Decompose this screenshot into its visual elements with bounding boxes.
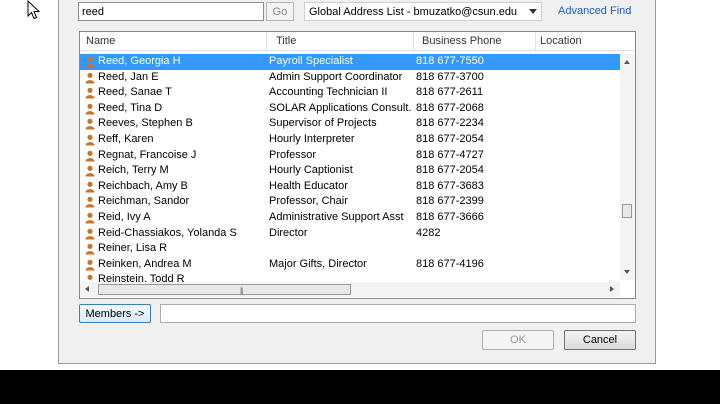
contact-name: Reid-Chassiakos, Yolanda S: [98, 226, 237, 239]
contact-name: Reid, Ivy A: [98, 210, 151, 223]
contact-business-phone: 818 677-7550: [416, 55, 484, 67]
contact-business-phone: 818 677-2611: [416, 86, 484, 99]
screen-bottom-band: [0, 370, 720, 404]
search-input[interactable]: [78, 2, 264, 21]
contact-person-icon: [85, 165, 95, 177]
list-item[interactable]: Reed, Tina D SOLAR Applications Consult..…: [80, 101, 620, 117]
contact-business-phone: 818 677-2234: [416, 117, 484, 130]
list-item[interactable]: Reiner, Lisa R: [80, 241, 620, 257]
list-item[interactable]: Reichman, Sandor Professor, Chair 818 677-…: [80, 194, 620, 210]
list-item[interactable]: Reich, Terry M Hourly Captionist 818 677-2…: [80, 163, 620, 179]
contact-name: Reichman, Sandor: [98, 195, 190, 208]
list-header: Name Title Business Phone Location: [80, 32, 635, 51]
contact-person-icon: [85, 197, 95, 208]
contact-name: Reichbach, Amy B: [98, 179, 188, 192]
list-item[interactable]: Reed, Sanae T Accounting Technician II 818…: [80, 85, 620, 101]
scroll-left-arrow-icon[interactable]: [85, 286, 89, 292]
contact-person-icon: [85, 259, 95, 271]
list-item[interactable]: Reed, Jan E Admin Support Coordinator 818 …: [80, 70, 620, 86]
contact-person-icon: [85, 212, 95, 224]
vertical-scroll-thumb[interactable]: [622, 204, 632, 218]
contact-person-icon: [85, 181, 95, 193]
contact-person-icon: [85, 103, 95, 115]
ok-button[interactable]: OK: [482, 330, 554, 350]
contact-name: Reed, Tina D: [98, 101, 163, 114]
column-header-name[interactable]: Name: [86, 32, 115, 50]
contact-name: Reiner, Lisa R: [98, 242, 168, 255]
list-item[interactable]: Regnat, Francoise J Professor 818 677-4727: [80, 148, 620, 164]
scroll-up-arrow-icon[interactable]: [624, 60, 630, 64]
scroll-down-arrow-icon[interactable]: [624, 270, 630, 274]
contact-title: Admin Support Coordinator: [269, 70, 403, 83]
list-item[interactable]: Reinken, Andrea M Major Gifts, Director 81…: [80, 257, 620, 273]
contact-title: Hourly Interpreter: [269, 132, 355, 145]
contact-business-phone: 818 677-2399: [416, 195, 484, 208]
horizontal-scroll-thumb[interactable]: |||: [98, 284, 351, 295]
list-item[interactable]: Reed, Georgia H Payroll Specialist 818 677…: [80, 54, 620, 70]
contact-name: Reeves, Stephen B: [98, 117, 193, 130]
contact-person-icon: [85, 228, 95, 240]
column-divider[interactable]: [413, 32, 414, 50]
contacts-list[interactable]: Name Title Business Phone Location Reed,…: [79, 31, 636, 299]
contact-name: Reed, Sanae T: [98, 86, 172, 99]
contact-business-phone: 818 677-2054: [416, 164, 484, 177]
list-item[interactable]: Reeves, Stephen B Supervisor of Projects 8…: [80, 116, 620, 132]
contact-business-phone: 818 677-4727: [416, 148, 484, 161]
contact-business-phone: 818 677-3666: [416, 210, 484, 223]
column-header-title[interactable]: Title: [276, 32, 296, 50]
contact-title: Professor: [269, 148, 317, 161]
address-book-dropdown[interactable]: Global Address List - bmuzatko@csun.edu: [304, 2, 542, 21]
chevron-down-icon: [529, 9, 537, 14]
contact-business-phone: 818 677-2068: [416, 101, 484, 114]
address-book-selected: Global Address List - bmuzatko@csun.edu: [309, 5, 518, 18]
contact-person-icon: [85, 56, 95, 68]
contact-person-icon: [85, 87, 95, 99]
contact-title: Supervisor of Projects: [269, 117, 377, 130]
go-button[interactable]: Go: [266, 2, 294, 21]
cancel-button[interactable]: Cancel: [564, 330, 636, 350]
mouse-pointer-icon: [27, 0, 41, 20]
advanced-find-link[interactable]: Advanced Find: [558, 5, 631, 17]
contact-name: Reed, Georgia H: [98, 55, 181, 67]
contact-title: Director: [269, 226, 308, 239]
contact-title: Major Gifts, Director: [269, 257, 367, 270]
column-header-business-phone[interactable]: Business Phone: [422, 32, 502, 50]
scroll-right-arrow-icon[interactable]: [610, 286, 614, 292]
list-item[interactable]: Reichbach, Amy B Health Educator 818 677-3…: [80, 179, 620, 195]
contact-business-phone: 818 677-4196: [416, 257, 484, 270]
members-field[interactable]: [160, 304, 636, 323]
contact-business-phone: 818 677-3700: [416, 70, 484, 83]
column-header-location[interactable]: Location: [540, 32, 582, 50]
contact-name: Reinken, Andrea M: [98, 257, 192, 270]
contact-business-phone: 818 677-2054: [416, 132, 484, 145]
contact-title: Hourly Captionist: [269, 164, 353, 177]
column-divider[interactable]: [266, 32, 267, 50]
column-divider[interactable]: [535, 32, 536, 50]
contact-title: SOLAR Applications Consult...: [269, 101, 411, 114]
contact-person-icon: [85, 72, 95, 84]
contact-title: Professor, Chair: [269, 195, 348, 208]
contact-person-icon: [85, 243, 95, 255]
contact-person-icon: [85, 134, 95, 146]
contact-rows: Reed, Georgia H Payroll Specialist 818 677…: [80, 54, 620, 288]
list-item[interactable]: Reff, Karen Hourly Interpreter 818 677-205…: [80, 132, 620, 148]
horizontal-scrollbar[interactable]: |||: [80, 282, 620, 297]
vertical-scrollbar[interactable]: [620, 54, 635, 280]
contact-name: Reich, Terry M: [98, 164, 169, 177]
contact-title: Administrative Support Asst: [269, 210, 404, 223]
contact-title: Health Educator: [269, 179, 348, 192]
contact-title: Accounting Technician II: [269, 86, 388, 99]
contact-person-icon: [85, 119, 95, 130]
contact-name: Reed, Jan E: [98, 70, 159, 83]
members-button[interactable]: Members ->: [79, 304, 151, 323]
contact-person-icon: [85, 150, 95, 162]
contact-business-phone: 818 677-3683: [416, 179, 484, 192]
contact-name: Regnat, Francoise J: [98, 148, 197, 161]
list-item[interactable]: Reid, Ivy A Administrative Support Asst 81…: [80, 210, 620, 226]
grip-icon: |||: [240, 288, 244, 295]
contact-business-phone: 4282: [416, 226, 441, 239]
contact-name: Reff, Karen: [98, 132, 154, 145]
list-item[interactable]: Reid-Chassiakos, Yolanda S Director 4282: [80, 226, 620, 242]
contact-title: Payroll Specialist: [269, 55, 353, 67]
